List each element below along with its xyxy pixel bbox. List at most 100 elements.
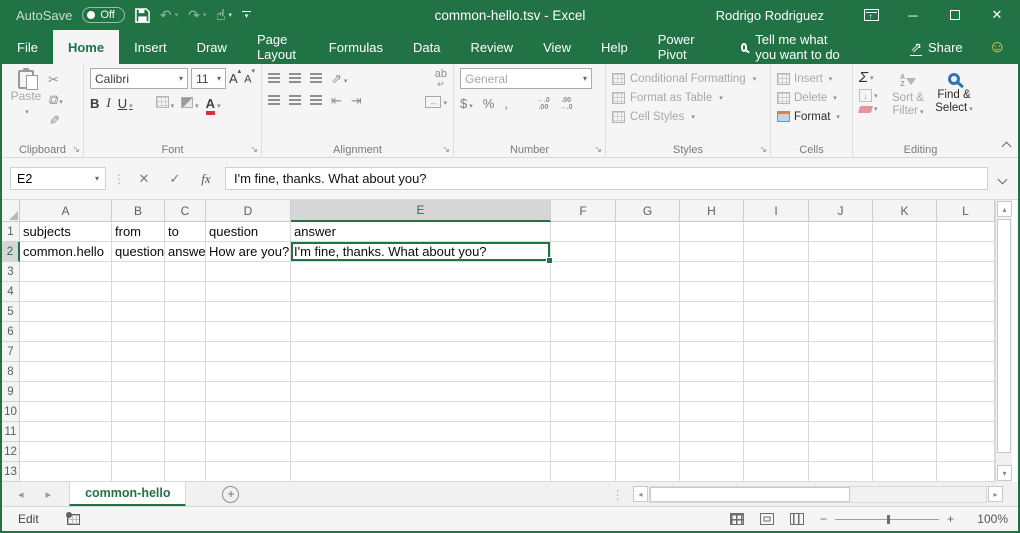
cell-D11[interactable] (206, 422, 291, 442)
format-painter-button[interactable] (48, 112, 63, 128)
cell-J13[interactable] (809, 462, 873, 482)
row-header-2[interactable]: 2 (2, 242, 20, 262)
cell-F2[interactable] (551, 242, 616, 262)
maximize-button[interactable] (934, 0, 976, 30)
alignment-dialog-launcher[interactable] (442, 144, 450, 155)
tell-me-search[interactable]: Tell me what you want to do (727, 30, 857, 64)
cell-K9[interactable] (873, 382, 937, 402)
comma-style-button[interactable]: , (504, 96, 508, 111)
cell-B8[interactable] (112, 362, 165, 382)
wrap-text-button[interactable]: ab↵ (435, 69, 447, 89)
cell-A10[interactable] (20, 402, 112, 422)
tab-power-pivot[interactable]: Power Pivot (643, 30, 713, 64)
column-header-J[interactable]: J (809, 200, 873, 222)
row-header-7[interactable]: 7 (2, 342, 20, 362)
row-header-12[interactable]: 12 (2, 442, 20, 462)
cell-F13[interactable] (551, 462, 616, 482)
autosave-toggle[interactable]: Off (82, 7, 124, 23)
tab-review[interactable]: Review (455, 30, 528, 64)
next-sheet-button[interactable] (46, 488, 52, 501)
close-button[interactable]: ✕ (976, 0, 1018, 30)
fill-color-button[interactable] (181, 96, 199, 111)
cell-E12[interactable] (291, 442, 551, 462)
cell-K12[interactable] (873, 442, 937, 462)
column-header-F[interactable]: F (551, 200, 616, 222)
cell-B1[interactable]: from (112, 222, 165, 242)
cell-L3[interactable] (937, 262, 995, 282)
row-header-11[interactable]: 11 (2, 422, 20, 442)
increase-indent-button[interactable] (351, 93, 362, 109)
cell-E4[interactable] (291, 282, 551, 302)
cell-styles-button[interactable]: Cell Styles (612, 107, 764, 126)
cell-I3[interactable] (744, 262, 809, 282)
cell-E8[interactable] (291, 362, 551, 382)
cell-B9[interactable] (112, 382, 165, 402)
cell-J12[interactable] (809, 442, 873, 462)
cell-J1[interactable] (809, 222, 873, 242)
cell-E9[interactable] (291, 382, 551, 402)
cell-B11[interactable] (112, 422, 165, 442)
cell-K1[interactable] (873, 222, 937, 242)
cell-C1[interactable]: to (165, 222, 206, 242)
align-right-button[interactable] (310, 94, 322, 108)
column-header-A[interactable]: A (20, 200, 112, 222)
cell-F3[interactable] (551, 262, 616, 282)
cell-D3[interactable] (206, 262, 291, 282)
cell-C5[interactable] (165, 302, 206, 322)
normal-view-button[interactable] (730, 513, 744, 525)
cell-F4[interactable] (551, 282, 616, 302)
cell-L11[interactable] (937, 422, 995, 442)
cell-E3[interactable] (291, 262, 551, 282)
zoom-out-button[interactable]: − (820, 512, 827, 526)
cell-G1[interactable] (616, 222, 680, 242)
cell-J4[interactable] (809, 282, 873, 302)
cell-B3[interactable] (112, 262, 165, 282)
cell-L8[interactable] (937, 362, 995, 382)
vertical-scroll-thumb[interactable] (997, 219, 1011, 453)
name-box[interactable]: E2 (10, 167, 106, 190)
row-header-1[interactable]: 1 (2, 222, 20, 242)
column-header-G[interactable]: G (616, 200, 680, 222)
cell-G3[interactable] (616, 262, 680, 282)
cell-H3[interactable] (680, 262, 744, 282)
cell-G7[interactable] (616, 342, 680, 362)
cell-C9[interactable] (165, 382, 206, 402)
page-break-view-button[interactable] (790, 513, 804, 525)
tab-help[interactable]: Help (586, 30, 643, 64)
align-left-button[interactable] (268, 94, 280, 108)
cell-H6[interactable] (680, 322, 744, 342)
select-all-corner[interactable] (2, 200, 20, 222)
expand-formula-bar-button[interactable] (995, 170, 1010, 188)
cell-L12[interactable] (937, 442, 995, 462)
column-header-I[interactable]: I (744, 200, 809, 222)
cell-C6[interactable] (165, 322, 206, 342)
row-header-6[interactable]: 6 (2, 322, 20, 342)
column-header-H[interactable]: H (680, 200, 744, 222)
account-user-name[interactable]: Rodrigo Rodriguez (716, 8, 824, 23)
cell-E11[interactable] (291, 422, 551, 442)
cell-H8[interactable] (680, 362, 744, 382)
row-header-13[interactable]: 13 (2, 462, 20, 482)
cell-A7[interactable] (20, 342, 112, 362)
tab-page-layout[interactable]: Page Layout (242, 30, 314, 64)
cell-H5[interactable] (680, 302, 744, 322)
clipboard-dialog-launcher[interactable] (72, 144, 80, 155)
share-button[interactable]: Share (896, 30, 976, 64)
cell-H9[interactable] (680, 382, 744, 402)
cell-D2[interactable]: How are you? (206, 242, 291, 262)
redo-button[interactable] (188, 7, 206, 24)
cell-C12[interactable] (165, 442, 206, 462)
cell-E1[interactable]: answer (291, 222, 551, 242)
percent-style-button[interactable]: % (483, 96, 495, 111)
cell-D10[interactable] (206, 402, 291, 422)
autosum-button[interactable] (859, 69, 885, 86)
cell-B10[interactable] (112, 402, 165, 422)
clear-button[interactable] (859, 105, 885, 113)
scroll-left-button[interactable] (633, 486, 648, 502)
orientation-button[interactable] (331, 71, 347, 87)
cell-F10[interactable] (551, 402, 616, 422)
cell-H2[interactable] (680, 242, 744, 262)
cell-H10[interactable] (680, 402, 744, 422)
row-header-9[interactable]: 9 (2, 382, 20, 402)
cell-J5[interactable] (809, 302, 873, 322)
